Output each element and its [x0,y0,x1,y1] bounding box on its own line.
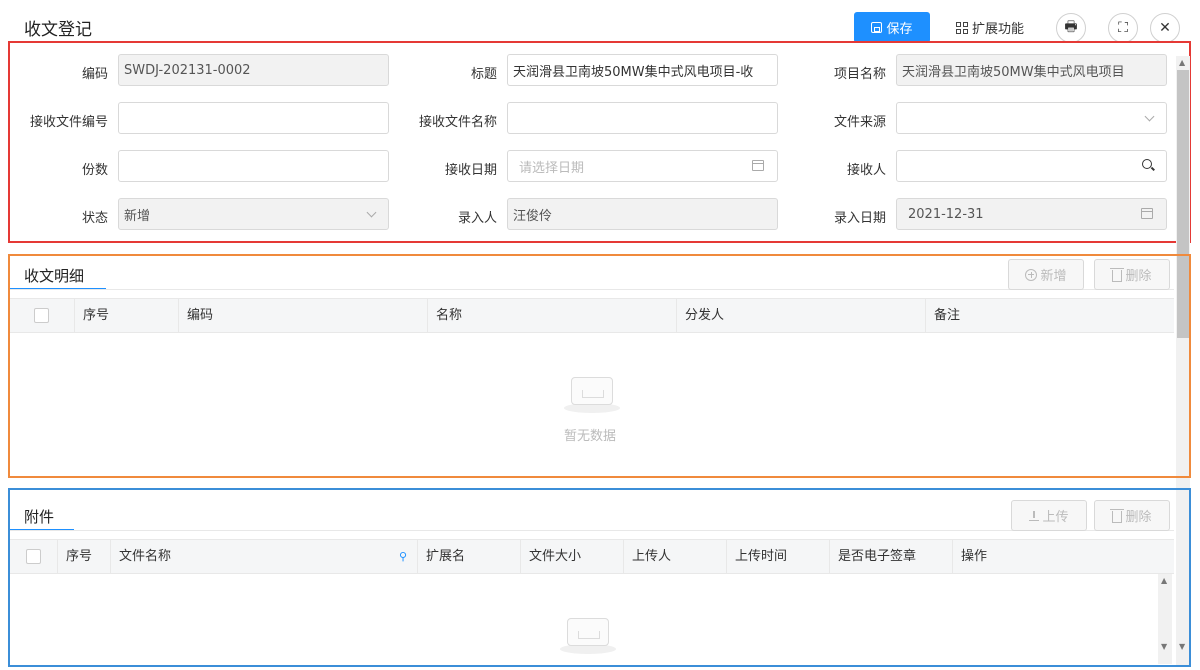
upload-label: 上传 [1042,510,1069,525]
plus-circle-icon [1025,268,1038,281]
fullscreen-button[interactable]: ⛶ [1108,13,1138,43]
dialog-header: 收文登记 保存 扩展功能 🖶 ⛶ ✕ [0,0,1200,43]
grid-icon [956,21,968,34]
entry-date-picker[interactable]: 2021-12-31 [896,198,1167,230]
recv-date-picker[interactable]: 请选择日期 [507,150,778,182]
detail-col-header[interactable]: 备注 [926,299,1174,332]
detail-delete-label: 删除 [1125,269,1152,284]
search-icon[interactable]: ⚲ [399,540,407,573]
title-field[interactable]: 天润滑县卫南坡50MW集中式风电项目-收 [507,54,778,86]
trash-icon [1110,267,1125,282]
attachments-col-header[interactable]: 操作 [953,540,1174,573]
copies-label: 份数 [81,163,108,178]
save-label: 保存 [886,22,913,37]
empty-inbox-icon [562,373,622,413]
attachments-select-all-cell [10,540,58,573]
recv-doc-no-field[interactable] [118,102,389,134]
file-name-header: 文件名称 [119,549,172,564]
detail-table-header: 序号 编码 名称 分发人 备注 [10,298,1174,333]
attachments-col-header[interactable]: 上传人 [624,540,727,573]
print-button[interactable]: 🖶 [1056,13,1086,43]
entered-by-field[interactable]: 汪俊伶 [507,198,778,230]
project-name-label: 项目名称 [833,67,886,82]
code-label: 编码 [81,67,108,82]
status-select[interactable]: 新增 [118,198,389,230]
attachments-delete-button[interactable]: 删除 [1094,500,1170,531]
save-icon [871,22,883,33]
detail-add-button[interactable]: 新增 [1008,259,1084,290]
fullscreen-icon: ⛶ [1118,20,1128,36]
attachments-delete-label: 删除 [1125,510,1152,525]
select-all-checkbox[interactable] [34,308,49,323]
detail-divider [10,289,1174,290]
attachments-divider [10,530,1174,531]
page-title: 收文登记 [24,20,92,40]
close-icon: ✕ [1159,20,1171,36]
code-field[interactable]: SWDJ-202131-0002 [118,54,389,86]
entered-by-label: 录入人 [457,211,497,226]
recv-doc-name-label: 接收文件名称 [418,115,497,130]
attachments-col-header[interactable]: 文件大小 [521,540,624,573]
empty-inbox-icon [558,614,618,654]
scroll-down-arrow[interactable]: ▼ [1179,642,1185,651]
recv-date-label: 接收日期 [444,163,497,178]
attachments-col-header[interactable]: 是否电子签章 [830,540,953,573]
scroll-up-arrow[interactable]: ▲ [1161,576,1167,585]
calendar-icon [1141,208,1153,219]
upload-icon [1029,510,1040,521]
upload-button[interactable]: 上传 [1011,500,1087,531]
trash-icon [1110,508,1125,523]
detail-add-label: 新增 [1040,269,1067,284]
detail-col-header[interactable]: 分发人 [677,299,926,332]
detail-title: 收文明细 [24,267,85,285]
chevron-down-icon [1144,111,1155,122]
attachments-col-header[interactable]: 文件名称 ⚲ [111,540,418,573]
detail-empty-text: 暂无数据 [564,429,617,444]
attachments-title: 附件 [24,508,55,526]
project-name-field[interactable]: 天润滑县卫南坡50MW集中式风电项目 [896,54,1167,86]
scroll-down-arrow[interactable]: ▼ [1161,642,1167,651]
entry-date-label: 录入日期 [833,211,886,226]
detail-col-header[interactable]: 编码 [179,299,428,332]
attachments-col-header[interactable]: 序号 [58,540,111,573]
select-all-checkbox[interactable] [26,549,41,564]
detail-delete-button[interactable]: 删除 [1094,259,1170,290]
recv-doc-name-field[interactable] [507,102,778,134]
detail-col-header[interactable]: 序号 [75,299,179,332]
status-label: 状态 [81,211,108,226]
attachments-table-header: 序号 文件名称 ⚲ 扩展名 文件大小 上传人 上传时间 是否电子签章 操作 [10,539,1174,574]
close-button[interactable]: ✕ [1150,13,1180,43]
receiver-field[interactable] [896,150,1167,182]
extend-label: 扩展功能 [972,22,1025,37]
scroll-up-arrow[interactable]: ▲ [1179,58,1185,67]
search-icon[interactable] [1142,159,1152,169]
attachments-col-header[interactable]: 扩展名 [418,540,521,573]
status-value: 新增 [124,208,151,224]
copies-field[interactable] [118,150,389,182]
doc-source-label: 文件来源 [833,115,886,130]
title-label: 标题 [470,67,497,82]
detail-col-header[interactable]: 名称 [428,299,677,332]
doc-source-select[interactable] [896,102,1167,134]
print-icon: 🖶 [1064,19,1078,35]
attachments-col-header[interactable]: 上传时间 [727,540,830,573]
save-button[interactable]: 保存 [854,12,930,43]
recv-date-placeholder: 请选择日期 [519,160,585,176]
chevron-down-icon [366,207,377,218]
entry-date-value: 2021-12-31 [908,206,984,222]
calendar-icon [752,160,764,171]
detail-select-all-cell [10,299,75,332]
receiver-label: 接收人 [846,163,886,178]
extend-functions-button[interactable]: 扩展功能 [956,18,1024,37]
recv-doc-no-label: 接收文件编号 [29,115,108,130]
